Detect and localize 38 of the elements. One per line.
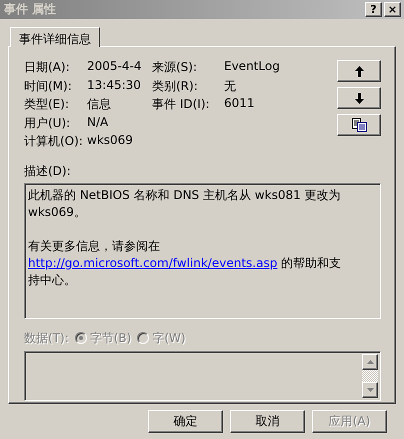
next-button[interactable] — [337, 87, 381, 109]
data-label: 数据(T): — [24, 330, 69, 346]
field-value: EventLog — [224, 59, 281, 75]
field-value: N/A — [87, 114, 110, 130]
scroll-down-icon — [366, 388, 374, 392]
field-label: 来源(S): — [152, 59, 198, 76]
scrollbar[interactable] — [362, 354, 378, 398]
dialog-button[interactable]: 取消 — [230, 410, 305, 433]
help-link[interactable]: http://go.microsoft.com/fwlink/events.asp — [28, 256, 278, 270]
data-box[interactable] — [24, 351, 381, 401]
field-value: 13:45:30 — [87, 78, 142, 94]
up-arrow-icon — [354, 66, 364, 76]
help-button[interactable]: ? — [365, 2, 382, 17]
copy-button[interactable] — [337, 114, 381, 136]
window-title: 事件 属性 — [4, 1, 56, 18]
field-value: 2005-4-4 — [87, 59, 142, 75]
description-text: 此机器的 NetBIOS 名称和 DNS 主机名从 wks081 更改为 wks069。 — [28, 187, 342, 221]
field-label: 日期(A): — [24, 59, 71, 76]
field-label: 类型(E): — [24, 96, 70, 113]
field-label: 事件 ID(I): — [152, 96, 211, 113]
tab[interactable]: 事件详细信息 — [10, 27, 100, 47]
field-value: 无 — [224, 78, 237, 94]
field-label: 用户(U): — [24, 114, 72, 132]
scroll-up-icon — [366, 360, 374, 364]
field-value: 6011 — [224, 96, 256, 112]
dialog-button[interactable]: 确定 — [148, 410, 223, 433]
field-value: 信息 — [87, 96, 112, 113]
field-value: wks069 — [87, 133, 134, 149]
close-button[interactable]: × — [384, 2, 401, 17]
previous-button[interactable] — [337, 60, 381, 82]
description-box[interactable]: 此机器的 NetBIOS 名称和 DNS 主机名从 wks081 更改为 wks069。 有关更多信息，请参阅在 http://go.microsoft.com/fwlink/events.asp 的帮助和支持中心。 — [24, 183, 381, 319]
field-label: 计算机(O): — [24, 133, 84, 150]
field-label: 类别(R): — [152, 78, 199, 94]
copy-icon — [352, 118, 366, 132]
description-text: 有关更多信息，请参阅在 http://go.microsoft.com/fwlink/events.asp 的帮助和支持中心。 — [28, 238, 342, 289]
field-label: 时间(M): — [24, 78, 73, 94]
down-arrow-icon — [354, 92, 364, 104]
description-label: 描述(D): — [24, 163, 72, 180]
